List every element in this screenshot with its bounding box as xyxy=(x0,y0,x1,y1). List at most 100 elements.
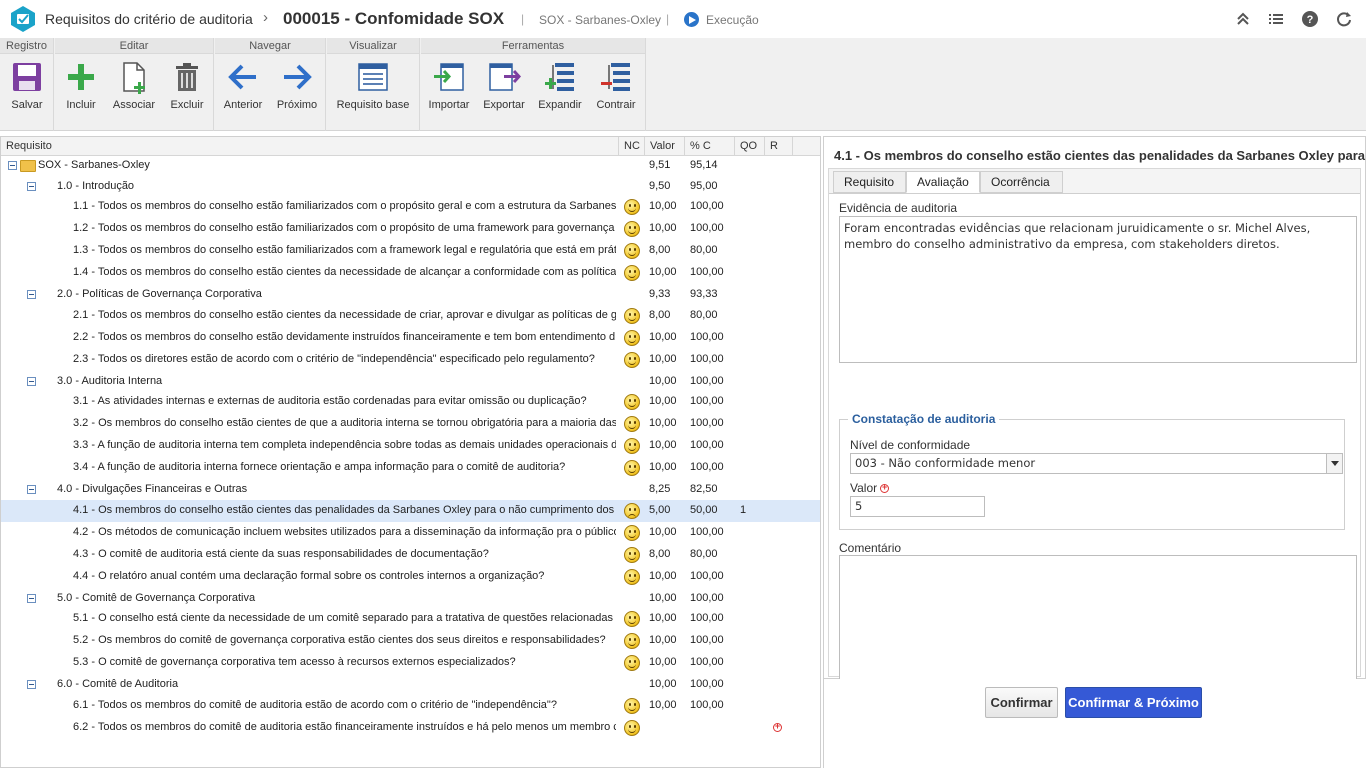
value-cell: 8,00 xyxy=(649,244,671,256)
requirement-label: 2.3 - Todos os diretores estão de acordo… xyxy=(73,352,595,365)
percent-cell: 50,00 xyxy=(690,503,718,516)
column-header-r[interactable]: R xyxy=(764,137,792,156)
export-button[interactable]: Exportar xyxy=(482,60,526,111)
required-icon xyxy=(880,482,890,493)
collapse-toggle-icon[interactable] xyxy=(27,680,36,689)
associate-document-icon xyxy=(123,62,145,94)
tree-requirement-row[interactable]: 3.2 - Os membros do conselho estão cient… xyxy=(1,413,820,435)
tree-group-row[interactable]: 2.0 - Políticas de Governança Corporativ… xyxy=(1,284,820,306)
collapse-up-icon[interactable] xyxy=(1234,10,1252,28)
toolbar-group-navegar: Navegar Anterior Próximo xyxy=(215,38,326,131)
tab-avaliacao[interactable]: Avaliação xyxy=(906,171,980,193)
previous-button-label: Anterior xyxy=(223,99,263,111)
tree-requirement-row[interactable]: 3.1 - As atividades internas e externas … xyxy=(1,391,820,413)
percent-cell: 100,00 xyxy=(690,612,724,624)
tree-requirement-row[interactable]: 1.4 - Todos os membros do conselho estão… xyxy=(1,262,820,284)
value-cell: 10,00 xyxy=(649,656,677,668)
evidence-label: Evidência de auditoria xyxy=(839,201,958,215)
tree-group-row[interactable]: 1.0 - Introdução 9,50 95,00 xyxy=(1,176,820,198)
column-header-percent[interactable]: % C xyxy=(684,137,734,156)
save-button-label: Salvar xyxy=(11,99,43,111)
requirement-label: 5.0 - Comitê de Governança Corporativa xyxy=(57,591,256,604)
happy-face-icon xyxy=(624,719,640,736)
chevron-down-icon[interactable] xyxy=(1326,454,1342,473)
tree-requirement-row[interactable]: 4.4 - O relatóro anual contém uma declar… xyxy=(1,566,820,588)
requirement-label: 4.4 - O relatóro anual contém uma declar… xyxy=(73,569,545,582)
expand-button[interactable]: Expandir xyxy=(537,60,583,111)
percent-cell: 100,00 xyxy=(690,525,724,538)
tree-requirement-row[interactable]: 4.1 - Os membros do conselho estão cient… xyxy=(1,499,820,522)
collapse-toggle-icon[interactable] xyxy=(27,181,36,191)
help-icon[interactable]: ? xyxy=(1301,10,1319,28)
save-icon xyxy=(13,63,41,91)
tree-group-row[interactable]: 3.0 - Auditoria Interna 10,00 100,00 xyxy=(1,371,820,393)
value-cell: 8,00 xyxy=(649,308,671,321)
column-header-nc[interactable]: NC xyxy=(618,137,644,156)
collapse-toggle-icon[interactable] xyxy=(27,376,36,386)
percent-cell: 100,00 xyxy=(690,374,724,387)
import-button[interactable]: Importar xyxy=(427,60,471,111)
tree-requirement-row[interactable]: 3.4 - A função de auditoria interna forn… xyxy=(1,457,820,479)
plus-icon xyxy=(68,64,94,90)
tree-requirement-row[interactable]: 5.2 - Os membros do comitê de governança… xyxy=(1,630,820,652)
delete-button[interactable]: Excluir xyxy=(169,60,205,111)
tree-requirement-row[interactable]: 2.2 - Todos os membros do conselho estão… xyxy=(1,327,820,349)
tab-ocorrencia[interactable]: Ocorrência xyxy=(980,171,1063,193)
list-icon[interactable] xyxy=(1267,10,1285,28)
add-button[interactable]: Incluir xyxy=(63,60,99,111)
sad-face-icon xyxy=(624,502,640,519)
percent-cell: 80,00 xyxy=(690,244,718,256)
tab-requisito[interactable]: Requisito xyxy=(833,171,906,193)
collapse-toggle-icon[interactable] xyxy=(27,593,36,603)
tree-requirement-row[interactable]: 5.1 - O conselho está ciente da necessid… xyxy=(1,608,820,630)
conformity-select[interactable]: 003 - Não conformidade menor xyxy=(850,453,1343,474)
base-requirement-button[interactable]: Requisito base xyxy=(335,60,411,111)
tree-requirement-row[interactable]: 4.2 - Os métodos de comunicação incluem … xyxy=(1,522,820,544)
collapse-toggle-icon[interactable] xyxy=(27,290,36,299)
happy-face-icon xyxy=(624,221,640,237)
column-header-requisito[interactable]: Requisito xyxy=(1,137,618,156)
collapse-toggle-icon[interactable] xyxy=(27,485,36,494)
column-header-qo[interactable]: QO xyxy=(734,137,764,156)
value-cell: 10,00 xyxy=(649,200,677,212)
confirm-next-button[interactable]: Confirmar & Próximo xyxy=(1065,687,1202,718)
detail-title: 4.1 - Os membros do conselho estão cient… xyxy=(834,148,1366,163)
tree-requirement-row[interactable]: 2.3 - Todos os diretores estão de acordo… xyxy=(1,349,820,371)
confirm-button[interactable]: Confirmar xyxy=(985,687,1058,718)
previous-button[interactable]: Anterior xyxy=(222,60,264,111)
percent-cell: 100,00 xyxy=(690,200,724,212)
percent-cell: 100,00 xyxy=(690,698,724,711)
tree-requirement-row[interactable]: 3.3 - A função de auditoria interna tem … xyxy=(1,435,820,457)
collapse-button[interactable]: Contrair xyxy=(594,60,638,111)
next-button[interactable]: Próximo xyxy=(274,60,320,111)
save-button[interactable]: Salvar xyxy=(7,60,47,111)
requirement-label: 4.0 - Divulgações Financeiras e Outras xyxy=(57,483,248,495)
toolbar-group-label: Editar xyxy=(55,38,213,54)
collapse-toggle-icon[interactable] xyxy=(8,161,17,170)
refresh-icon[interactable] xyxy=(1335,10,1353,28)
tree-requirement-row[interactable]: 2.1 - Todos os membros do conselho estão… xyxy=(1,305,820,327)
evidence-textarea[interactable]: Foram encontradas evidências que relacio… xyxy=(839,216,1357,363)
tree-group-row[interactable]: 5.0 - Comitê de Governança Corporativa 10… xyxy=(1,588,820,610)
value-input[interactable]: 5 xyxy=(850,496,985,517)
tree-group-row[interactable]: 4.0 - Divulgações Financeiras e Outras 8,… xyxy=(1,479,820,501)
requirement-label: 2.0 - Políticas de Governança Corporativ… xyxy=(57,288,262,300)
tree-group-row[interactable]: 6.0 - Comitê de Auditoria 10,00 100,00 xyxy=(1,674,820,696)
tree-requirement-row[interactable]: 6.1 - Todos os membros do comitê de audi… xyxy=(1,695,820,717)
tree-requirement-row[interactable]: 1.2 - Todos os membros do conselho estão… xyxy=(1,218,820,240)
column-header-valor[interactable]: Valor xyxy=(644,137,684,156)
percent-cell: 100,00 xyxy=(690,591,724,604)
tree-requirement-row[interactable]: 1.1 - Todos os membros do conselho estão… xyxy=(1,196,820,218)
tree-requirement-row[interactable]: 4.3 - O comitê de auditoria está ciente … xyxy=(1,544,820,566)
qo-cell: 1 xyxy=(740,503,747,516)
tree-requirement-row[interactable]: 6.2 - Todos os membros do comitê de audi… xyxy=(1,717,820,739)
associate-button[interactable]: Associar xyxy=(112,60,156,111)
tree-requirement-row[interactable]: 1.3 - Todos os membros do conselho estão… xyxy=(1,240,820,262)
percent-cell: 100,00 xyxy=(690,222,724,234)
breadcrumb[interactable]: Requisitos do critério de auditoria xyxy=(45,11,253,27)
happy-face-icon xyxy=(624,633,640,649)
tree-root[interactable]: SOX - Sarbanes-Oxley 9,51 95,14 xyxy=(1,155,820,177)
toolbar-group-visualizar: Visualizar Requisito base xyxy=(327,38,420,131)
toolbar-group-editar: Editar Incluir Associar Excluir xyxy=(55,38,214,131)
tree-requirement-row[interactable]: 5.3 - O comitê de governança corporativa… xyxy=(1,652,820,674)
